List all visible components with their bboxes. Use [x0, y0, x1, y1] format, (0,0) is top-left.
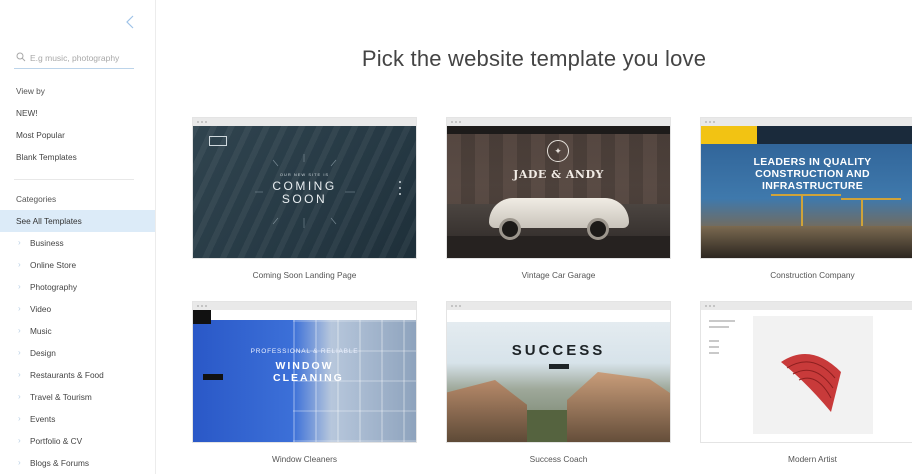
category-label: Online Store: [30, 260, 77, 270]
template-card-vintage-car[interactable]: ✦ JADE & ANDY Vintage Car Garage: [447, 118, 670, 280]
template-name[interactable]: Success Coach: [447, 454, 670, 464]
artwork-fan: [781, 354, 841, 412]
category-blogs-forums[interactable]: › Blogs & Forums: [0, 453, 155, 473]
template-thumbnail[interactable]: LEADERS IN QUALITY CONSTRUCTION AND INFR…: [701, 118, 912, 258]
template-card-construction[interactable]: LEADERS IN QUALITY CONSTRUCTION AND INFR…: [701, 118, 912, 280]
template-logo: [193, 310, 211, 324]
template-thumbnail[interactable]: SUCCESS: [447, 302, 670, 442]
template-card-coming-soon[interactable]: OUR NEW SITE IS COMING SOON Coming Soon …: [193, 118, 416, 280]
sidebar: View by NEW! Most Popular Blank Template…: [0, 0, 156, 474]
page-title: Pick the website template you love: [361, 46, 707, 71]
template-preview: OUR NEW SITE IS COMING SOON: [193, 126, 416, 258]
template-thumbnail[interactable]: ✦ JADE & ANDY: [447, 118, 670, 258]
category-label: Restaurants & Food: [30, 370, 104, 380]
category-label: Portfolio & CV: [30, 436, 83, 446]
category-label: Travel & Tourism: [30, 392, 92, 402]
category-business[interactable]: › Business: [0, 233, 155, 253]
wrench-icon: ✦: [547, 140, 569, 162]
template-thumbnail[interactable]: [701, 302, 912, 442]
chevron-right-icon: ›: [18, 304, 21, 313]
template-kicker: OUR NEW SITE IS: [279, 172, 330, 177]
template-preview: PROFESSIONAL & RELIABLE WINDOW CLEANING: [193, 310, 416, 442]
search-box: [14, 47, 134, 69]
template-preview: SUCCESS: [447, 310, 670, 442]
browser-chrome: [193, 118, 416, 126]
template-card-modern-artist[interactable]: Modern Artist: [701, 302, 912, 464]
template-preview: LEADERS IN QUALITY CONSTRUCTION AND INFR…: [701, 126, 912, 258]
browser-chrome: [447, 302, 670, 310]
template-card-window-cleaners[interactable]: PROFESSIONAL & RELIABLE WINDOW CLEANING …: [193, 302, 416, 464]
category-label: Events: [30, 414, 56, 424]
browser-chrome: [447, 118, 670, 126]
chevron-right-icon: ›: [18, 326, 21, 335]
chevron-right-icon: ›: [18, 238, 21, 247]
category-travel-tourism[interactable]: › Travel & Tourism: [0, 387, 155, 407]
chevron-right-icon: ›: [18, 436, 21, 445]
category-video[interactable]: › Video: [0, 299, 155, 319]
template-name[interactable]: Construction Company: [701, 270, 912, 280]
collapse-sidebar-button[interactable]: [122, 14, 138, 34]
category-design[interactable]: › Design: [0, 343, 155, 363]
template-preview: ✦ JADE & ANDY: [447, 126, 670, 258]
search-input[interactable]: [30, 52, 134, 63]
browser-chrome: [701, 118, 912, 126]
template-name[interactable]: Window Cleaners: [193, 454, 416, 464]
category-online-store[interactable]: › Online Store: [0, 255, 155, 275]
template-name[interactable]: Modern Artist: [701, 454, 912, 464]
category-label: Video: [30, 304, 52, 314]
view-by-label: View by: [16, 86, 45, 96]
category-label: Photography: [30, 282, 78, 292]
category-music[interactable]: › Music: [0, 321, 155, 341]
categories-label: Categories: [16, 194, 57, 204]
template-hero-text: LEADERS IN QUALITY CONSTRUCTION AND INFR…: [753, 156, 872, 192]
category-events[interactable]: › Events: [0, 409, 155, 429]
template-card-success-coach[interactable]: SUCCESS Success Coach: [447, 302, 670, 464]
template-hero-text: COMING SOON: [272, 179, 337, 206]
template-logo: [701, 126, 757, 144]
chevron-left-icon: [126, 15, 134, 29]
search-icon: [16, 52, 26, 64]
view-new[interactable]: NEW!: [0, 103, 155, 123]
sidebar-divider: [14, 179, 134, 180]
template-hero-text: WINDOW CLEANING: [273, 360, 344, 384]
category-restaurants-food[interactable]: › Restaurants & Food: [0, 365, 155, 385]
chevron-right-icon: ›: [18, 260, 21, 269]
chevron-right-icon: ›: [18, 282, 21, 291]
chevron-right-icon: ›: [18, 370, 21, 379]
chevron-right-icon: ›: [18, 392, 21, 401]
template-name[interactable]: Vintage Car Garage: [447, 270, 670, 280]
template-kicker: PROFESSIONAL & RELIABLE: [250, 348, 359, 355]
template-name[interactable]: Coming Soon Landing Page: [193, 270, 416, 280]
template-thumbnail[interactable]: OUR NEW SITE IS COMING SOON: [193, 118, 416, 258]
template-thumbnail[interactable]: PROFESSIONAL & RELIABLE WINDOW CLEANING: [193, 302, 416, 442]
browser-chrome: [701, 302, 912, 310]
template-hero-text: SUCCESS: [511, 342, 606, 359]
view-most-popular[interactable]: Most Popular: [0, 125, 155, 145]
category-label: Blogs & Forums: [30, 458, 90, 468]
template-preview: [701, 310, 912, 442]
browser-chrome: [193, 302, 416, 310]
category-label: Design: [30, 348, 56, 358]
category-photography[interactable]: › Photography: [0, 277, 155, 297]
view-blank-templates[interactable]: Blank Templates: [0, 147, 155, 167]
category-label: Music: [30, 326, 52, 336]
template-hero-text: JADE & ANDY: [513, 168, 604, 181]
category-label: Business: [30, 238, 64, 248]
chevron-right-icon: ›: [18, 458, 21, 467]
category-see-all-templates[interactable]: See All Templates: [0, 210, 155, 232]
chevron-right-icon: ›: [18, 348, 21, 357]
chevron-right-icon: ›: [18, 414, 21, 423]
category-portfolio-cv[interactable]: › Portfolio & CV: [0, 431, 155, 451]
